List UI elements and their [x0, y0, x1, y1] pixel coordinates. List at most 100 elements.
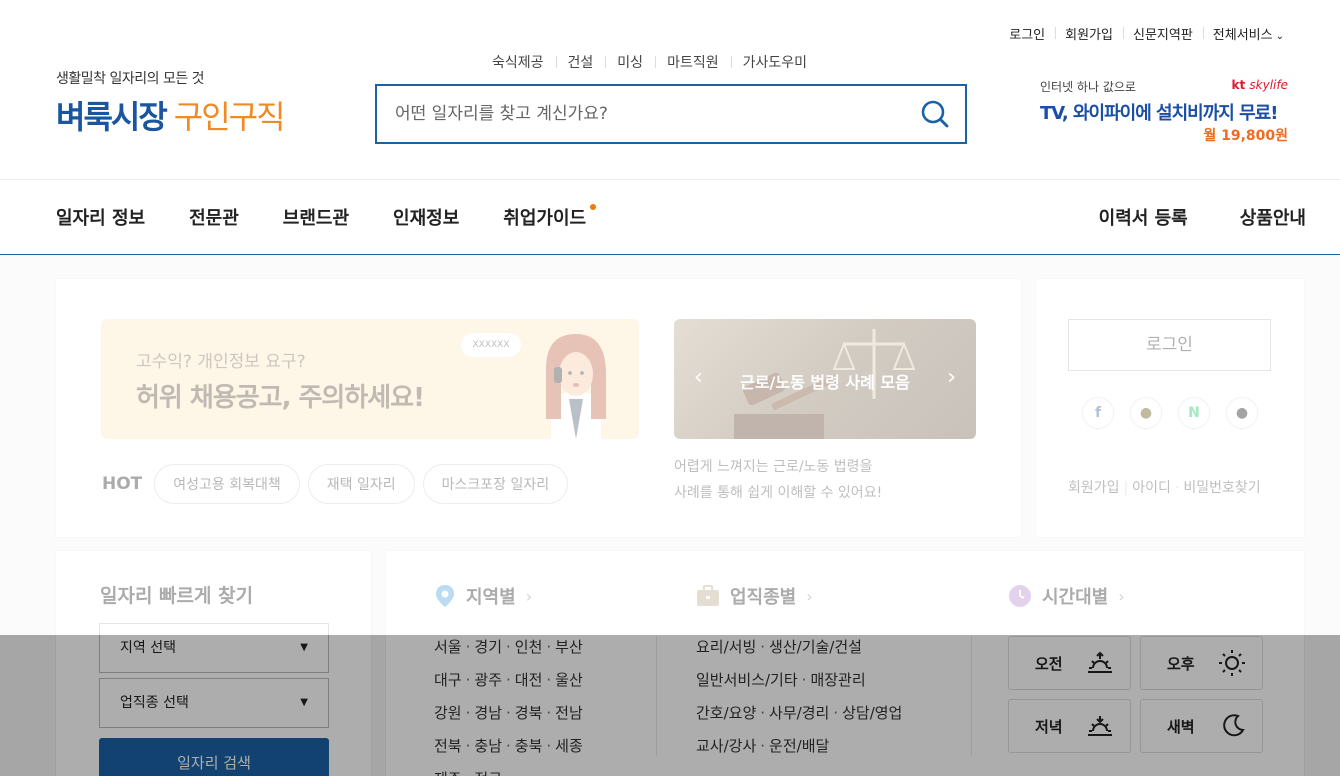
login-button[interactable]: 로그인 — [1068, 319, 1271, 371]
nav-resume-register[interactable]: 이력서 등록 — [1099, 204, 1188, 230]
job-type-link[interactable]: 생산/기술/건설 — [769, 638, 862, 656]
region-link[interactable]: 전국 — [474, 770, 502, 776]
labor-law-banner[interactable]: ‹ 근로/노동 법령 사례 모음 › — [674, 319, 976, 439]
login-link[interactable]: 로그인 — [999, 24, 1055, 43]
time-category-header[interactable]: 시간대별 › — [1008, 581, 1125, 611]
nav-product-info[interactable]: 상품안내 — [1240, 204, 1306, 230]
separator-dot: · — [465, 638, 471, 656]
region-link[interactable]: 전북 — [434, 737, 462, 755]
gnb-left: 일자리 정보 전문관 브랜드관 인재정보 취업가이드 — [56, 204, 597, 230]
region-category-header[interactable]: 지역별 › — [434, 581, 583, 611]
region-link[interactable]: 울산 — [555, 671, 583, 689]
region-link[interactable]: 부산 — [555, 638, 583, 656]
time-morning-button[interactable]: 오전 — [1008, 636, 1131, 690]
all-services-menu[interactable]: 전체서비스 ⌄ — [1202, 24, 1294, 43]
link-row: 요리/서빙 · 생산/기술/건설 — [696, 631, 902, 664]
job-type-select[interactable]: 업직종 선택 ▼ — [99, 678, 329, 728]
hot-tag[interactable]: 여성고용 회복대책 — [154, 464, 300, 504]
keyword-link[interactable]: 마트직원 — [655, 52, 731, 72]
region-link[interactable]: 경남 — [474, 704, 502, 722]
job-search-button[interactable]: 일자리 검색 — [99, 738, 329, 776]
region-link[interactable]: 경기 — [474, 638, 502, 656]
ad-brand-skylife: skylife — [1249, 78, 1288, 92]
job-type-link[interactable]: 사무/경리 — [769, 704, 829, 722]
signup-link[interactable]: 회원가입 — [1055, 24, 1123, 43]
job-type-link[interactable]: 매장관리 — [810, 671, 865, 689]
region-select-value: 지역 선택 — [120, 640, 176, 656]
keyword-link[interactable]: 미싱 — [605, 52, 655, 72]
region-link[interactable]: 제주 — [434, 770, 462, 776]
signup-link[interactable]: 회원가입 — [1068, 480, 1120, 496]
region-link[interactable]: 세종 — [555, 737, 583, 755]
find-id-link[interactable]: 아이디 — [1132, 480, 1171, 496]
location-pin-icon — [436, 585, 454, 607]
separator-dot: · — [506, 638, 511, 656]
chevron-right-icon[interactable]: › — [947, 365, 956, 390]
keyword-link[interactable]: 가사도우미 — [730, 52, 819, 72]
quick-find-title: 일자리 빠르게 찾기 — [100, 585, 254, 607]
quick-find-panel: 일자리 빠르게 찾기 지역 선택 ▼ 업직종 선택 ▼ 일자리 검색 — [55, 550, 372, 776]
ad-price: 월 19,800원 — [1203, 128, 1288, 144]
nav-career-guide[interactable]: 취업가이드 — [503, 204, 597, 230]
region-select[interactable]: 지역 선택 ▼ — [99, 623, 329, 673]
region-link[interactable]: 충남 — [474, 737, 502, 755]
banner2-description: 어렵게 느껴지는 근로/노동 법령을 사례를 통해 쉽게 이해할 수 있어요! — [674, 454, 882, 506]
time-dawn-button[interactable]: 새벽 — [1140, 699, 1263, 753]
main-top-panel: 고수익? 개인정보 요구? 허위 채용공고, 주의하세요! XXXXXX HOT… — [55, 278, 1022, 538]
main-navigation: 일자리 정보 전문관 브랜드관 인재정보 취업가이드 이력서 등록 상품안내 — [0, 179, 1340, 255]
time-morning-label: 오전 — [1035, 654, 1063, 673]
time-evening-button[interactable]: 저녁 — [1008, 699, 1131, 753]
time-category: 시간대별 › — [1008, 581, 1125, 611]
chevron-right-icon: › — [1118, 586, 1125, 606]
job-type-link[interactable]: 상담/영업 — [842, 704, 902, 722]
hot-tag[interactable]: 마스크포장 일자리 — [422, 464, 569, 504]
naver-icon[interactable]: N — [1178, 397, 1210, 429]
link-row: 교사/강사 · 운전/배달 — [696, 730, 902, 763]
fraud-warning-banner[interactable]: 고수익? 개인정보 요구? 허위 채용공고, 주의하세요! XXXXXX — [101, 319, 639, 439]
nav-career-guide-label: 취업가이드 — [503, 208, 587, 229]
newspaper-edition-link[interactable]: 신문지역판 — [1122, 24, 1203, 43]
region-link[interactable]: 인천 — [515, 638, 543, 656]
hot-tag[interactable]: 재택 일자리 — [307, 464, 415, 504]
job-type-link[interactable]: 요리/서빙 — [696, 638, 756, 656]
region-links: 서울 · 경기 · 인천 · 부산 대구 · 광주 · 대전 · 울산 강원 · 경남 · 경북 · 전남 전북 · 충남 · 충… — [434, 631, 583, 776]
nav-talent[interactable]: 인재정보 — [393, 204, 459, 230]
job-category-header[interactable]: 업직종별 › — [696, 581, 902, 611]
search-button[interactable] — [919, 98, 951, 130]
find-password-link[interactable]: 비밀번호찾기 — [1183, 480, 1260, 496]
region-link[interactable]: 경북 — [515, 704, 543, 722]
time-afternoon-button[interactable]: 오후 — [1140, 636, 1263, 690]
keyword-link[interactable]: 숙식제공 — [480, 52, 556, 72]
region-link[interactable]: 서울 — [434, 638, 462, 656]
divider: | — [1123, 480, 1129, 496]
new-dot-icon — [590, 204, 597, 210]
site-logo[interactable]: 생활밀착 일자리의 모든 것 벼룩시장 구인구직 — [56, 68, 286, 138]
job-type-link[interactable]: 교사/강사 — [696, 737, 756, 755]
link-row: 강원 · 경남 · 경북 · 전남 — [434, 697, 583, 730]
region-link[interactable]: 광주 — [474, 671, 502, 689]
job-type-link[interactable]: 운전/배달 — [769, 737, 829, 755]
kakao-talk-icon[interactable]: ● — [1130, 397, 1162, 429]
keyword-link[interactable]: 건설 — [555, 52, 606, 72]
apple-icon[interactable]: ● — [1226, 397, 1258, 429]
region-link[interactable]: 충북 — [515, 737, 543, 755]
region-category: 지역별 › 서울 · 경기 · 인천 · 부산 대구 · 광주 · 대전 · 울산 강원 · 경남 · 경북 · 전남 전북… — [434, 581, 583, 776]
separator-dot: · — [465, 704, 471, 722]
nav-specialty[interactable]: 전문관 — [189, 204, 239, 230]
clock-icon — [1009, 585, 1031, 607]
job-type-link[interactable]: 간호/요양 — [696, 704, 756, 722]
job-type-link[interactable]: 일반서비스/기타 — [696, 671, 798, 689]
region-link[interactable]: 대구 — [434, 671, 462, 689]
nav-job-info[interactable]: 일자리 정보 — [56, 204, 145, 230]
ad-headline: TV, 와이파이에 설치비까지 무료! — [1040, 103, 1278, 124]
region-link[interactable]: 전남 — [555, 704, 583, 722]
nav-brand[interactable]: 브랜드관 — [283, 204, 349, 230]
time-dawn-label: 새벽 — [1167, 717, 1195, 736]
header-ad-banner[interactable]: 인터넷 하나 값으로 kt skylife TV, 와이파이에 설치비까지 무료… — [1040, 78, 1290, 144]
region-link[interactable]: 강원 — [434, 704, 462, 722]
region-link[interactable]: 대전 — [515, 671, 543, 689]
facebook-icon[interactable]: f — [1082, 397, 1114, 429]
divider — [656, 636, 657, 756]
search-input[interactable] — [395, 100, 895, 128]
job-category-title: 업직종별 — [730, 587, 797, 608]
